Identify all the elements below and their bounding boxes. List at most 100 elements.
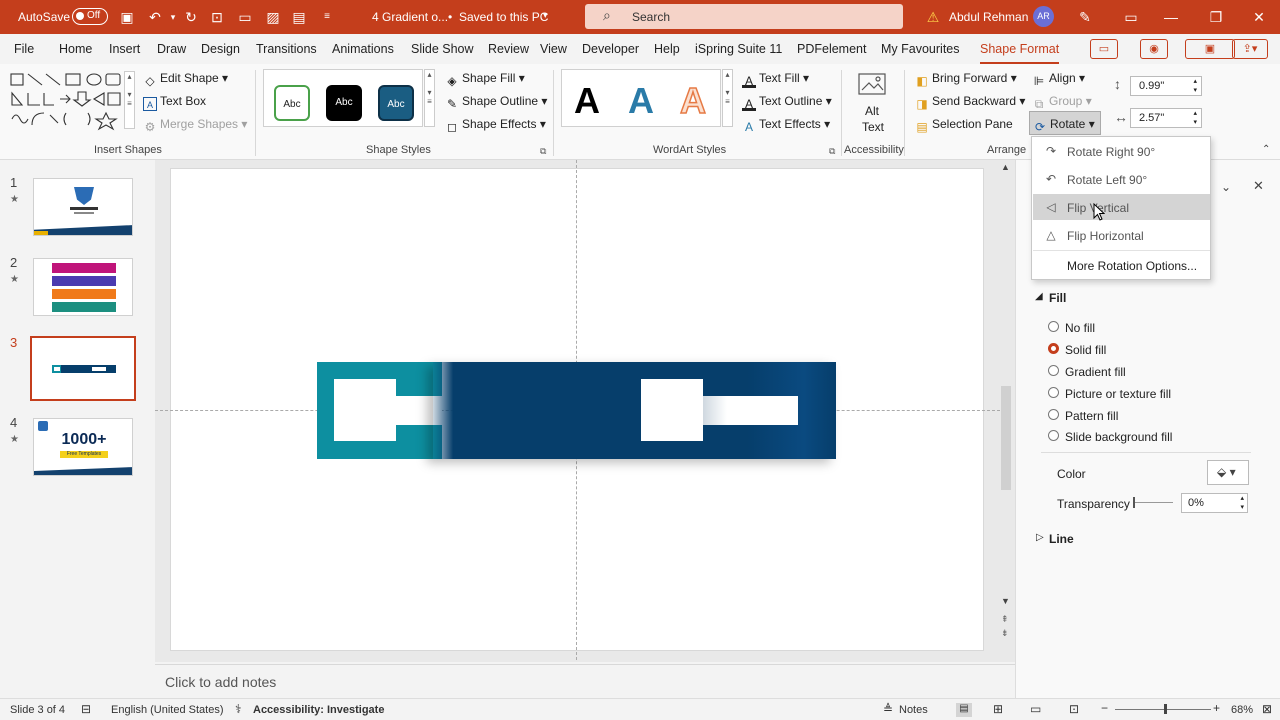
tab-file[interactable]: File	[14, 42, 34, 56]
alt-text-icon[interactable]	[856, 72, 890, 100]
maximize-icon[interactable]: ❐	[1207, 8, 1225, 26]
tab-slide-show[interactable]: Slide Show	[411, 42, 474, 56]
wordart-style-2[interactable]: A	[628, 80, 654, 122]
shapes-gallery[interactable]	[10, 71, 122, 131]
line-header[interactable]: Line	[1049, 532, 1074, 546]
zoom-slider-thumb[interactable]	[1164, 704, 1167, 714]
pen-icon[interactable]: ✎	[1076, 8, 1094, 26]
notes-icon[interactable]: ≜	[883, 702, 893, 716]
next-slide-icon[interactable]: ⇟	[1001, 628, 1009, 639]
accessibility-status[interactable]: Accessibility: Investigate	[253, 704, 384, 716]
gradient-fill-radio[interactable]	[1048, 365, 1059, 376]
rotate-right-item[interactable]: ↷ Rotate Right 90°	[1033, 138, 1210, 164]
document-title[interactable]: 4 Gradient o...	[372, 10, 448, 24]
slideshow-icon[interactable]: ⊡	[1069, 702, 1079, 716]
shape-styles-gallery[interactable]: Abc Abc Abc	[263, 69, 423, 127]
notes-placeholder[interactable]: Click to add notes	[165, 674, 276, 690]
edit-shape-button[interactable]: ◇ Edit Shape ▾	[143, 71, 228, 88]
normal-view-icon[interactable]: ▤	[956, 703, 972, 717]
text-box-button[interactable]: A Text Box	[143, 94, 206, 111]
notes-button[interactable]: Notes	[899, 704, 928, 716]
screen-icon[interactable]: ▭	[236, 8, 254, 26]
tab-review[interactable]: Review	[488, 42, 529, 56]
more-rotation-options-item[interactable]: More Rotation Options...	[1033, 252, 1210, 278]
language[interactable]: English (United States)	[111, 704, 224, 716]
autosave-toggle[interactable]: Off	[72, 8, 108, 25]
wordart-scroll[interactable]: ▴ ▾ ≡	[722, 69, 733, 127]
width-input[interactable]: 2.57" ▴ ▾	[1130, 108, 1202, 128]
tab-draw[interactable]: Draw	[157, 42, 186, 56]
wordart-style-3[interactable]: A	[679, 79, 707, 122]
scroll-thumb[interactable]	[1001, 386, 1011, 490]
avatar[interactable]: AR	[1033, 6, 1054, 27]
customize-toolbar-icon[interactable]: ≡	[318, 8, 336, 26]
pdf-icon[interactable]: ▤	[290, 8, 308, 26]
picture-fill-radio[interactable]	[1048, 387, 1059, 398]
picture-icon[interactable]: ▨	[264, 8, 282, 26]
solid-fill-radio[interactable]	[1048, 343, 1059, 354]
gradient-fill-label[interactable]: Gradient fill	[1065, 365, 1126, 379]
height-input[interactable]: 0.99" ▴ ▾	[1130, 76, 1202, 96]
transparency-slider-thumb[interactable]	[1133, 497, 1135, 508]
zoom-out-icon[interactable]: −	[1101, 701, 1108, 715]
align-button[interactable]: ⊫ Align ▾	[1032, 71, 1085, 88]
transparency-input[interactable]: 0% ▴ ▾	[1181, 493, 1248, 513]
no-fill-label[interactable]: No fill	[1065, 321, 1095, 335]
rotate-left-item[interactable]: ↶ Rotate Left 90°	[1033, 166, 1210, 192]
tab-insert[interactable]: Insert	[109, 42, 140, 56]
search-box[interactable]: ⌕ Search	[585, 4, 903, 29]
record-icon[interactable]: ◉	[1140, 39, 1168, 59]
zoom-slider[interactable]	[1115, 709, 1211, 710]
collapse-ribbon-icon[interactable]: ⌃	[1262, 144, 1270, 155]
fill-header[interactable]: Fill	[1049, 291, 1066, 305]
tab-ispring[interactable]: iSpring Suite 11	[695, 42, 782, 56]
close-icon[interactable]: ✕	[1250, 8, 1268, 26]
save-icon[interactable]: ▣	[118, 8, 136, 26]
no-fill-radio[interactable]	[1048, 321, 1059, 332]
transparency-slider[interactable]	[1133, 502, 1173, 503]
present-icon[interactable]: ⊡	[208, 8, 226, 26]
slide-thumb-3[interactable]	[30, 336, 136, 401]
send-backward-button[interactable]: ◨ Send Backward ▾	[915, 94, 1025, 111]
wordart-style-1[interactable]: A	[574, 80, 600, 122]
scroll-down-icon[interactable]: ▼	[1001, 596, 1010, 606]
pane-close-icon[interactable]: ✕	[1253, 178, 1264, 194]
bring-forward-button[interactable]: ◧ Bring Forward ▾	[915, 71, 1016, 88]
tab-transitions[interactable]: Transitions	[256, 42, 317, 56]
flip-horizontal-item[interactable]: △ Flip Horizontal	[1033, 222, 1210, 248]
shape-group[interactable]	[317, 362, 836, 459]
tab-my-favourites[interactable]: My Favourites	[881, 42, 960, 56]
tab-shape-format[interactable]: Shape Format	[980, 42, 1060, 65]
merge-shapes-button[interactable]: ⚙ Merge Shapes ▾	[143, 117, 248, 134]
picture-fill-label[interactable]: Picture or texture fill	[1065, 387, 1171, 401]
zoom-in-icon[interactable]: +	[1213, 701, 1220, 715]
scroll-up-icon[interactable]: ▲	[1001, 162, 1010, 172]
group-button[interactable]: ⧉ Group ▾	[1032, 94, 1092, 111]
style-swatch-2[interactable]: Abc	[326, 85, 362, 121]
text-fill-button[interactable]: A Text Fill ▾	[742, 71, 809, 88]
text-outline-button[interactable]: A Text Outline ▾	[742, 94, 832, 111]
tab-home[interactable]: Home	[59, 42, 92, 56]
undo-dropdown-icon[interactable]: ▾	[164, 8, 182, 26]
alt-text-label-1[interactable]: Alt	[865, 104, 879, 118]
spelling-icon[interactable]: ⊟	[81, 702, 91, 716]
slide-thumb-2[interactable]	[33, 258, 133, 316]
undo-icon[interactable]: ↶	[146, 8, 164, 26]
shape-styles-launcher-icon[interactable]: ⧉	[540, 146, 546, 157]
redo-icon[interactable]: ↻	[182, 8, 200, 26]
share-icon[interactable]: ⇪▾	[1232, 39, 1268, 59]
tab-help[interactable]: Help	[654, 42, 680, 56]
tab-pdfelement[interactable]: PDFelement	[797, 42, 866, 56]
tab-design[interactable]: Design	[201, 42, 240, 56]
alt-text-label-2[interactable]: Text	[862, 120, 884, 134]
zoom-level[interactable]: 68%	[1231, 704, 1253, 716]
wordart-gallery[interactable]: A A A	[561, 69, 721, 127]
selection-pane-button[interactable]: ▤ Selection Pane	[915, 117, 1012, 134]
fill-chevron-icon[interactable]: ◢	[1035, 291, 1043, 302]
pane-options-icon[interactable]: ⌄	[1221, 180, 1231, 194]
wordart-launcher-icon[interactable]: ⧉	[829, 146, 835, 157]
pattern-fill-label[interactable]: Pattern fill	[1065, 409, 1118, 423]
slide-thumb-1[interactable]	[33, 178, 133, 236]
minimize-icon[interactable]: —	[1162, 8, 1180, 26]
accessibility-icon[interactable]: ⚕	[235, 702, 242, 716]
